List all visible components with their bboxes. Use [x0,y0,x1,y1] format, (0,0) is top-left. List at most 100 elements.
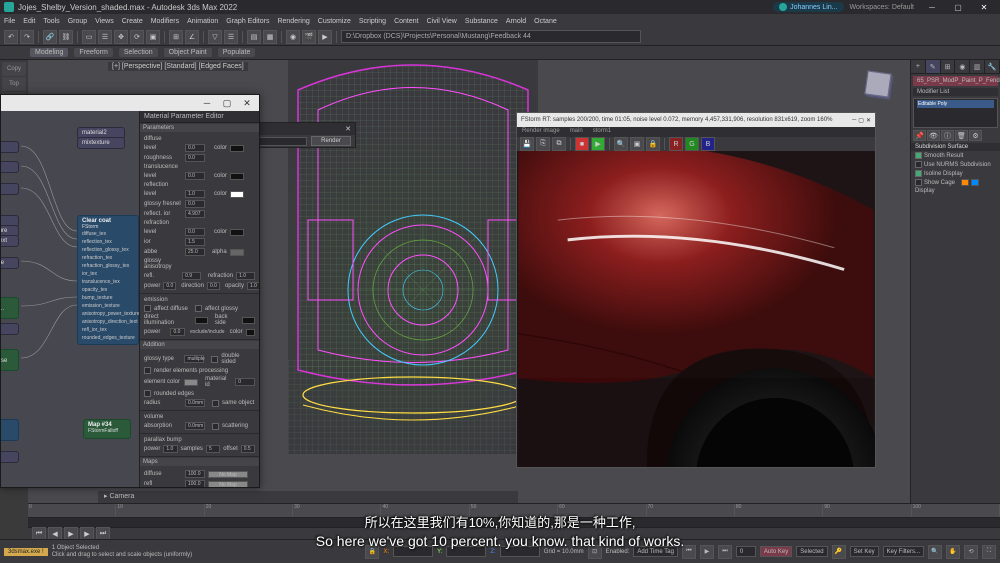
mtl-close[interactable]: ✕ [237,96,257,110]
viewcube-icon[interactable] [864,70,891,97]
params-maps[interactable]: Maps [140,458,259,466]
close-button[interactable]: ✕ [972,1,996,13]
p-dir[interactable]: 0.0 [207,282,220,290]
p-elemcolor[interactable] [184,379,198,386]
next-key-icon[interactable]: ⏭ [718,545,732,559]
select-name-button[interactable]: ☰ [98,30,112,44]
chk-affdiff[interactable] [144,305,151,312]
node-out-14[interactable]: ossy_tex [1,451,19,463]
chk-nurms[interactable] [915,161,922,168]
workspace-label[interactable]: Workspaces: Default [850,4,914,11]
stack-remove-icon[interactable]: 🗑 [955,130,968,141]
rw-r-icon[interactable]: R [669,137,683,151]
node-mixtexture[interactable]: mixtexture [77,137,125,149]
top-button[interactable]: Top [2,77,26,91]
ribbon-objectpaint[interactable]: Object Paint [164,48,212,57]
render-setup-close[interactable]: ✕ [345,125,351,133]
nav-max-icon[interactable]: ⛶ [982,545,996,559]
snap-button[interactable]: ⊞ [169,30,183,44]
ribbon-freeform[interactable]: Freeform [74,48,112,57]
p-abbe[interactable]: 25.0 [185,248,205,256]
minimize-button[interactable]: ─ [920,1,944,13]
cmd-motion-tab[interactable]: ◉ [955,60,970,73]
modifier-stack[interactable]: Editable Poly [913,98,998,128]
p-poff[interactable]: 0.5 [241,445,255,453]
chk-sameobj[interactable] [212,400,219,407]
rw-stop-icon[interactable]: ■ [575,137,589,151]
m-refl[interactable]: No Map [208,481,248,488]
node-out-0[interactable]: ossy_tex [1,141,19,153]
render-image[interactable] [517,151,875,467]
stack-show-icon[interactable]: 👁 [927,130,940,141]
menu-tools[interactable]: Tools [43,18,59,25]
cage-color2[interactable] [971,179,979,186]
node-dirt01[interactable]: _dirt01StormBit... [1,297,19,319]
render-button-small[interactable]: Render [311,136,351,146]
keyfilters-button[interactable]: Key Filters... [883,546,924,557]
cage-color1[interactable] [961,179,969,186]
node-out-6[interactable]: es_texture [1,257,19,269]
params-addition[interactable]: Addition [140,341,259,349]
p-refl-color[interactable] [230,191,244,198]
menu-grapheditors[interactable]: Graph Editors [226,18,269,25]
scene-explorer-button[interactable]: ▦ [263,30,277,44]
viewcube[interactable] [858,64,898,104]
nav-zoom-icon[interactable]: 🔍 [928,545,942,559]
rw-b-icon[interactable]: B [701,137,715,151]
chk-scatter[interactable] [212,423,219,430]
rw-tab-1[interactable]: main [565,127,588,137]
camera-section[interactable]: ▸ Camera [98,491,518,503]
rw-copy-icon[interactable]: ⎘ [536,137,550,151]
setkey-button[interactable]: Set Key [850,546,879,557]
modifier-list-label[interactable]: Modifier List [913,88,998,96]
p-epower[interactable]: 0.0 [170,328,185,336]
p-ior2[interactable]: 1.5 [185,238,205,246]
params-sec1[interactable]: Parameters [140,124,259,132]
chk-smooth[interactable] [915,152,922,159]
node-out-2[interactable]: ossy_tex [1,183,19,195]
chk-reproc[interactable] [144,367,151,374]
modifier-editablepoly[interactable]: Editable Poly [917,100,994,108]
mtl-maximize[interactable]: ▢ [217,96,237,110]
frame-field[interactable]: 0 [736,546,756,557]
menu-octane[interactable]: Octane [534,18,557,25]
menu-substance[interactable]: Substance [465,18,498,25]
menu-arnold[interactable]: Arnold [506,18,526,25]
p-refrv[interactable]: 1.0 [236,272,255,280]
p-backside[interactable] [242,317,255,324]
rw-zoom-icon[interactable]: 🔍 [614,137,628,151]
maximize-button[interactable]: ▢ [946,1,970,13]
play-anim-icon[interactable]: ▶ [700,545,714,559]
stack-config-icon[interactable]: ⚙ [969,130,982,141]
redo-button[interactable]: ↷ [20,30,34,44]
menu-scripting[interactable]: Scripting [359,18,386,25]
p-reflv[interactable]: 0.9 [182,272,201,280]
rw-tab-0[interactable]: Render image [517,127,565,137]
menu-group[interactable]: Group [68,18,87,25]
p-psamp[interactable]: 5 [206,445,220,453]
chk-isoline[interactable] [915,170,922,177]
node-map34[interactable]: Map #34 FStormFalloff [83,419,131,439]
ribbon-modeling[interactable]: Modeling [30,48,68,57]
cmd-modify-tab[interactable]: ✎ [926,60,941,73]
material-editor-button[interactable]: ◉ [286,30,300,44]
rw-tab-2[interactable]: storm1 [588,127,616,137]
p-alpha[interactable] [230,249,244,256]
rw-lock-icon[interactable]: 🔒 [646,137,660,151]
menu-create[interactable]: Create [122,18,143,25]
cmd-util-tab[interactable]: 🔧 [985,60,1000,73]
p-refr-color[interactable] [230,229,244,236]
subdiv-surface-group[interactable]: Subdivision Surface [911,143,1000,151]
maxscript-prompt[interactable]: 3dsmax.exe ! [4,548,48,556]
nav-pan-icon[interactable]: ✋ [946,545,960,559]
ribbon-selection[interactable]: Selection [119,48,158,57]
align-button[interactable]: ☰ [224,30,238,44]
rw-min[interactable]: ─ [852,117,856,124]
selected-filter[interactable]: Selected [796,546,827,557]
p-gf[interactable]: 0.0 [185,200,205,208]
render-setup-button[interactable]: 🎬 [302,30,316,44]
node-source[interactable]: _source [1,323,19,335]
mtl-titlebar[interactable]: ─ ▢ ✕ [1,95,259,111]
user-account[interactable]: Johannes Lin... [773,2,843,12]
copy-button[interactable]: Copy [2,62,26,76]
